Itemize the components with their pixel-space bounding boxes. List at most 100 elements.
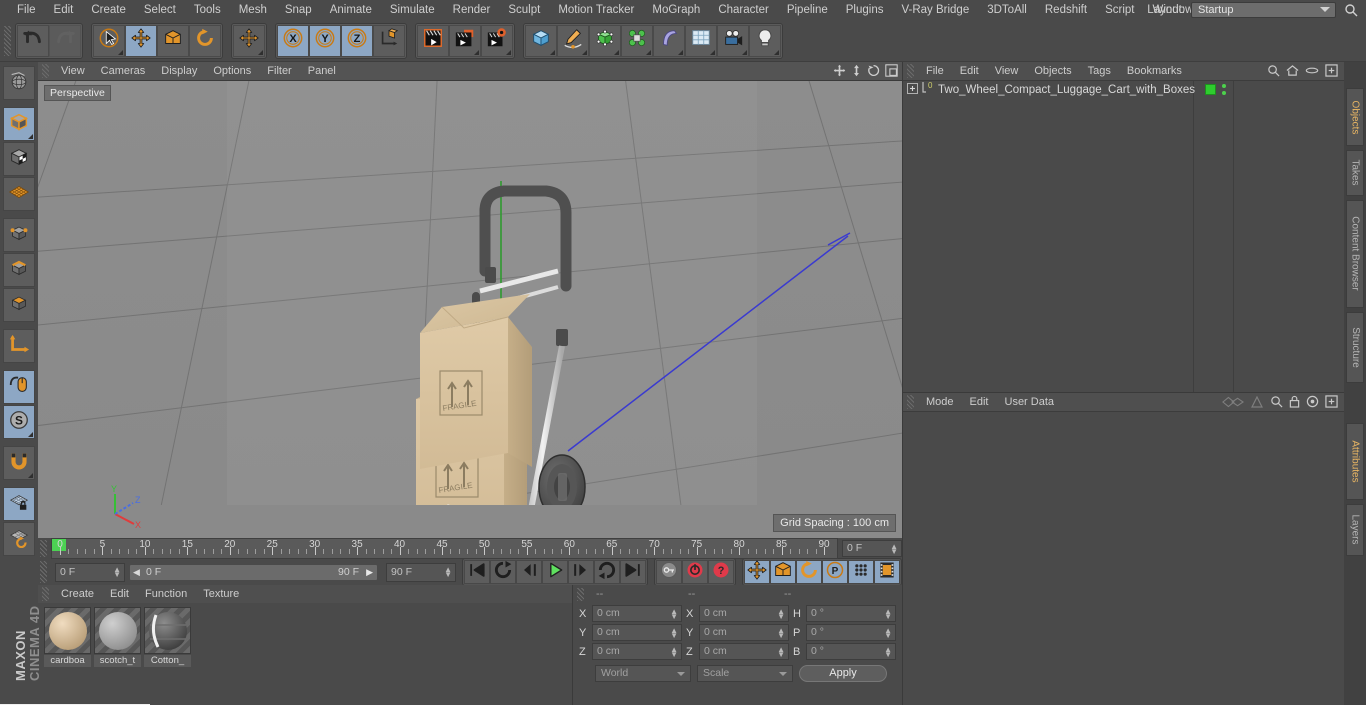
spinner-icon[interactable]: ▲ ▼ — [444, 565, 452, 578]
scale-tool[interactable] — [157, 24, 189, 57]
world-object-coordinates-button[interactable] — [373, 24, 405, 57]
menu-select[interactable]: Select — [135, 0, 185, 20]
has-submenu-icon[interactable] — [710, 49, 715, 55]
material-drag-handle[interactable] — [42, 587, 49, 601]
attributes-menu-user-data[interactable]: User Data — [997, 396, 1063, 408]
rotation-key-button[interactable] — [796, 560, 822, 584]
material-menu-create[interactable]: Create — [53, 588, 102, 600]
add-camera-button[interactable] — [717, 24, 749, 57]
rotate-tool[interactable] — [189, 24, 221, 57]
add-deformer-button[interactable] — [653, 24, 685, 57]
object-menu-file[interactable]: File — [918, 65, 952, 77]
material-thumbnail[interactable] — [144, 607, 191, 654]
position-x-field[interactable]: 0 cm ▲ ▼ — [592, 605, 682, 622]
size-x-field[interactable]: 0 cm ▲ ▼ — [699, 605, 789, 622]
menu-v-ray-bridge[interactable]: V-Ray Bridge — [892, 0, 978, 20]
render-view-button[interactable] — [417, 24, 449, 57]
vertical-tab-layers[interactable]: Layers — [1346, 503, 1364, 556]
ellipse-icon[interactable] — [1305, 64, 1319, 77]
material-menu-texture[interactable]: Texture — [195, 588, 247, 600]
coordinate-mode-dropdown[interactable]: Scale — [697, 665, 793, 682]
play-forward-loop-button[interactable] — [594, 560, 620, 584]
polygons-mode-button[interactable] — [3, 288, 35, 322]
spinner-icon[interactable]: ▲ ▼ — [670, 608, 678, 621]
material-item[interactable]: Cotton_ — [144, 607, 191, 667]
menu-mograph[interactable]: MoGraph — [643, 0, 709, 20]
spinner-icon[interactable]: ▲ ▼ — [670, 627, 678, 640]
has-submenu-icon[interactable] — [646, 49, 651, 55]
lock-x-axis-button[interactable]: X — [277, 24, 309, 57]
render-settings-button[interactable] — [481, 24, 513, 57]
layout-dropdown[interactable]: Startup — [1191, 2, 1336, 18]
enable-axis-modification-button[interactable] — [3, 370, 35, 404]
go-to-end-button[interactable] — [620, 560, 646, 584]
menu-animate[interactable]: Animate — [321, 0, 381, 20]
material-menu-function[interactable]: Function — [137, 588, 195, 600]
coordinates-drag-handle[interactable] — [577, 587, 584, 601]
object-tag-swatch[interactable] — [1205, 84, 1216, 95]
controls-drag-handle[interactable] — [40, 561, 47, 583]
has-submenu-icon[interactable] — [506, 49, 511, 55]
current-frame-field[interactable]: 0 F ▲ ▼ — [842, 540, 902, 557]
workplane-mode-button[interactable] — [3, 177, 35, 211]
redo-button[interactable] — [49, 24, 81, 57]
toolbar-drag-handle[interactable] — [4, 25, 11, 56]
render-to-picture-viewer-button[interactable] — [449, 24, 481, 57]
has-submenu-icon[interactable] — [258, 49, 263, 55]
spinner-icon[interactable]: ▲ ▼ — [884, 646, 892, 659]
live-selection-tool[interactable] — [93, 24, 125, 57]
workplane-lock-button[interactable] — [3, 487, 35, 521]
material-item[interactable]: cardboa — [44, 607, 91, 667]
play-button[interactable] — [542, 560, 568, 584]
object-menu-objects[interactable]: Objects — [1026, 65, 1079, 77]
points-mode-button[interactable] — [3, 218, 35, 252]
attributes-menu-edit[interactable]: Edit — [962, 396, 997, 408]
spinner-icon[interactable]: ▲ ▼ — [777, 646, 785, 659]
expand-icon[interactable] — [907, 81, 918, 99]
fit-icon[interactable] — [1325, 395, 1338, 408]
play-backwards-loop-button[interactable] — [490, 560, 516, 584]
soft-selection-button[interactable]: S — [3, 405, 35, 439]
lock-y-axis-button[interactable]: Y — [309, 24, 341, 57]
has-submenu-icon[interactable] — [678, 49, 683, 55]
menu-redshift[interactable]: Redshift — [1036, 0, 1096, 20]
position-key-button[interactable] — [744, 559, 770, 584]
edges-mode-button[interactable] — [3, 253, 35, 287]
pan-icon[interactable] — [833, 64, 846, 77]
object-tree[interactable]: 0 Two_Wheel_Compact_Luggage_Cart_with_Box… — [903, 81, 1344, 392]
has-submenu-icon[interactable] — [474, 49, 479, 55]
lock-icon[interactable] — [1289, 395, 1300, 408]
coordinate-system-dropdown[interactable]: World — [595, 665, 691, 682]
material-item[interactable]: scotch_t — [94, 607, 141, 667]
range-left-arrow-icon[interactable]: ◀ — [133, 567, 140, 578]
has-submenu-icon[interactable] — [28, 432, 33, 437]
has-submenu-icon[interactable] — [118, 49, 123, 55]
step-back-button[interactable] — [516, 560, 542, 584]
viewport-menu-cameras[interactable]: Cameras — [93, 65, 154, 77]
object-layer-icon[interactable]: 0 — [921, 81, 935, 99]
size-y-field[interactable]: 0 cm ▲ ▼ — [699, 624, 789, 641]
menu-render[interactable]: Render — [444, 0, 500, 20]
viewport-menu-view[interactable]: View — [53, 65, 93, 77]
home-icon[interactable] — [1286, 64, 1299, 77]
has-submenu-icon[interactable] — [28, 134, 33, 139]
move-tool[interactable] — [125, 24, 157, 57]
has-submenu-icon[interactable] — [742, 49, 747, 55]
add-light-button[interactable] — [749, 24, 781, 57]
menu-create[interactable]: Create — [82, 0, 135, 20]
spinner-icon[interactable]: ▲ ▼ — [890, 543, 898, 556]
spinner-icon[interactable]: ▲ ▼ — [113, 565, 121, 578]
add-spline-button[interactable] — [557, 24, 589, 57]
menu-character[interactable]: Character — [709, 0, 778, 20]
rotation-b-field[interactable]: 0 ° ▲ ▼ — [806, 643, 896, 660]
vertical-tab-content-browser[interactable]: Content Browser — [1346, 199, 1364, 309]
menu-plugins[interactable]: Plugins — [837, 0, 893, 20]
menu-motion-tracker[interactable]: Motion Tracker — [549, 0, 643, 20]
fit-icon[interactable] — [1325, 64, 1338, 77]
has-submenu-icon[interactable] — [28, 473, 33, 478]
object-menu-tags[interactable]: Tags — [1080, 65, 1119, 77]
make-editable-button[interactable] — [3, 66, 35, 100]
attributes-drag-handle[interactable] — [907, 395, 914, 409]
has-submenu-icon[interactable] — [774, 49, 779, 55]
vertical-tab-structure[interactable]: Structure — [1346, 312, 1364, 383]
